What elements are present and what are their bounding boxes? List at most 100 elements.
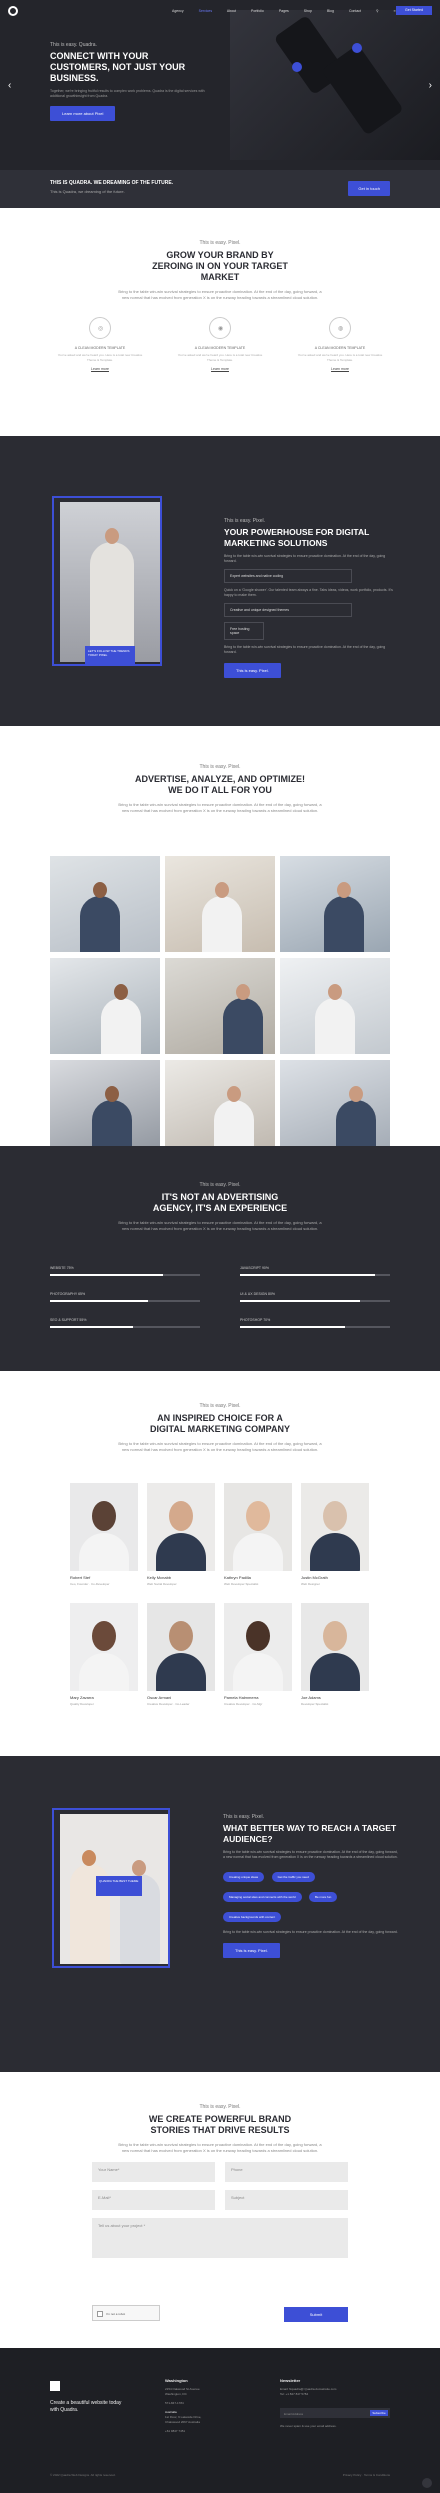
subscribe-button[interactable]: Subscribe xyxy=(370,2410,388,2416)
team-photo xyxy=(147,1483,215,1571)
get-started-button[interactable]: Get Started xyxy=(396,6,432,15)
team-member[interactable]: Kelly Mcnabb Web Social Developer xyxy=(147,1483,215,1586)
member-name: Mary Zavarra xyxy=(70,1695,94,1700)
feature-link[interactable]: Learn more xyxy=(295,367,385,371)
section-description: Bring to the table win-win survival stra… xyxy=(118,1220,322,1231)
strip-title: THIS IS QUADRA. WE DREAMING OF THE FUTUR… xyxy=(50,180,174,186)
nav-item[interactable]: Agency xyxy=(172,9,184,13)
target-button[interactable]: This is easy. Pixel. xyxy=(223,1943,280,1958)
nav-item[interactable]: Contact xyxy=(349,9,361,13)
skill-fill xyxy=(240,1300,360,1302)
gallery-photo[interactable] xyxy=(50,958,160,1054)
slider-prev-icon[interactable]: ‹ xyxy=(8,80,11,91)
nav-item[interactable]: Portfolio xyxy=(251,9,264,13)
nav-item[interactable]: Blog xyxy=(327,9,334,13)
feature-box: Free hosting space xyxy=(224,622,264,640)
get-in-touch-button[interactable]: Get in touch xyxy=(348,181,390,196)
section-title: GROW YOUR BRAND BY ZEROING IN ON YOUR TA… xyxy=(152,250,288,282)
tag-pill[interactable]: Get the traffic you need xyxy=(271,1872,315,1882)
powerhouse-section: LET'S FOLLOW THE TRENDS TODAY PIXEL This… xyxy=(0,436,440,726)
newsletter-input[interactable]: Email Address Subscribe xyxy=(280,2408,390,2418)
person-figure xyxy=(214,1100,254,1146)
team-member[interactable]: Joe Adams Developer Specialist xyxy=(301,1603,369,1706)
email-field[interactable]: E-Mail* xyxy=(92,2190,215,2210)
gallery-photo[interactable] xyxy=(280,856,390,952)
tag-pill[interactable]: Creative backgrounds with content xyxy=(223,1912,282,1922)
team-member[interactable]: Robert Stef Ceo, Founder · Co-Developer xyxy=(70,1483,138,1586)
feature-link[interactable]: Learn more xyxy=(55,367,145,371)
section-kicker: This is easy. Pixel. xyxy=(199,1182,241,1188)
gallery-photo[interactable] xyxy=(50,1060,160,1146)
submit-button[interactable]: Submit xyxy=(284,2307,348,2322)
person-head xyxy=(246,1501,270,1531)
paragraph: Bring to the table win-win survival stra… xyxy=(224,645,386,654)
subject-field[interactable]: Subject xyxy=(225,2190,348,2210)
footer-links[interactable]: Privacy Policy · Terms & Conditions xyxy=(343,2473,390,2477)
checkbox-icon[interactable] xyxy=(97,2311,103,2317)
tag-pill[interactable]: Managing social sites and connects with … xyxy=(223,1892,302,1902)
nav-item[interactable]: Shop xyxy=(304,9,312,13)
member-name: Justin McGrath xyxy=(301,1575,328,1580)
name-field[interactable]: Your Name* xyxy=(92,2162,215,2182)
powerhouse-button[interactable]: This is easy. Pixel. xyxy=(224,663,281,678)
person-head xyxy=(92,1621,116,1651)
section-kicker: This is easy. Pixel. xyxy=(199,764,241,770)
member-name: Joe Adams xyxy=(301,1695,321,1700)
hero-learn-more-button[interactable]: Learn more about Pixel xyxy=(50,106,116,121)
nav-item[interactable]: About xyxy=(227,9,236,13)
skill-label: SEO & SUPPORT 55% xyxy=(50,1318,87,1322)
person-figure xyxy=(92,1100,132,1146)
recaptcha[interactable]: I'm not a robot xyxy=(92,2305,160,2321)
skill-fill xyxy=(50,1326,133,1328)
team-member[interactable]: Pamela Halmmerra Creative Developer · Co-… xyxy=(224,1603,292,1706)
tag-pill[interactable]: Be more fun xyxy=(309,1892,338,1902)
team-member[interactable]: Kathryn Padilla Web Developer Specialist xyxy=(224,1483,292,1586)
hero-dot-icon xyxy=(292,62,302,72)
gallery-photo[interactable] xyxy=(165,856,275,952)
member-name: Oscar Armani xyxy=(147,1695,172,1700)
gallery-photo[interactable] xyxy=(280,958,390,1054)
contact-section: This is easy. Pixel. WE CREATE POWERFUL … xyxy=(0,2072,440,2348)
footer-newsletter: Newsletter Email: Nquadra@ Quadra.domain… xyxy=(280,2378,337,2396)
nav-item[interactable]: Services xyxy=(199,9,212,13)
team-member[interactable]: Oscar Armani Creative Developer · Co-Lead… xyxy=(147,1603,215,1706)
tag-pill[interactable]: Creating unique ideas xyxy=(223,1872,265,1882)
nav-item[interactable]: Pages xyxy=(279,9,289,13)
gallery-photo[interactable] xyxy=(165,958,275,1054)
gallery-photo[interactable] xyxy=(50,856,160,952)
hero-description: Together, we're bringing fruitful result… xyxy=(50,89,205,98)
message-field[interactable]: Tell us about your project * xyxy=(92,2218,348,2258)
section-kicker: This is easy. Pixel. xyxy=(224,518,266,524)
back-to-top-icon[interactable] xyxy=(422,2478,432,2488)
team-member[interactable]: Justin McGrath Web Designer xyxy=(301,1483,369,1586)
phone-field[interactable]: Phone xyxy=(225,2162,348,2182)
gallery-photo[interactable] xyxy=(280,1060,390,1146)
feature-text: You've asked and we've heard you. Here i… xyxy=(297,353,383,362)
person-head xyxy=(236,984,250,1000)
feature-link[interactable]: Learn more xyxy=(175,367,265,371)
team-member[interactable]: Mary Zavarra Quality Developer xyxy=(70,1603,138,1706)
logo[interactable] xyxy=(8,6,18,16)
skill-track xyxy=(240,1274,390,1276)
section-description: Bring to the table win-win survival stra… xyxy=(118,2142,322,2153)
person-figure xyxy=(310,1653,360,1691)
footer-logo[interactable] xyxy=(50,2381,60,2391)
feature-box: Creative and unique designed themes xyxy=(224,603,352,617)
member-role: Creative Developer · Co-Mgr xyxy=(224,1702,263,1706)
member-role: Web Developer Specialist xyxy=(224,1582,259,1586)
slider-next-icon[interactable]: › xyxy=(429,80,432,91)
section-description: Bring to the table win-win survival stra… xyxy=(118,289,322,300)
search-icon[interactable]: ⚲ xyxy=(376,9,379,13)
feature-box: Expert websites and native coding xyxy=(224,569,352,583)
skill-fill xyxy=(240,1274,375,1276)
feature-list: ◎ A CLEAN MODERN TEMPLATE You've asked a… xyxy=(55,317,385,397)
target-text: This is easy. Pixel. WHAT BETTER WAY TO … xyxy=(223,1814,398,1958)
skill-label: PHOTOGRAPHY 65% xyxy=(50,1292,86,1296)
hero-dot-icon xyxy=(352,43,362,53)
feature-title: A CLEAN MODERN TEMPLATE xyxy=(74,346,126,350)
team-section: This is easy. Pixel. AN INSPIRED CHOICE … xyxy=(0,1371,440,1756)
announcement-strip: THIS IS QUADRA. WE DREAMING OF THE FUTUR… xyxy=(0,170,440,208)
skill-fill xyxy=(50,1274,163,1276)
gallery-photo[interactable] xyxy=(165,1060,275,1146)
copyright: © 2022 Quadra Web Designs. All rights re… xyxy=(50,2473,116,2477)
